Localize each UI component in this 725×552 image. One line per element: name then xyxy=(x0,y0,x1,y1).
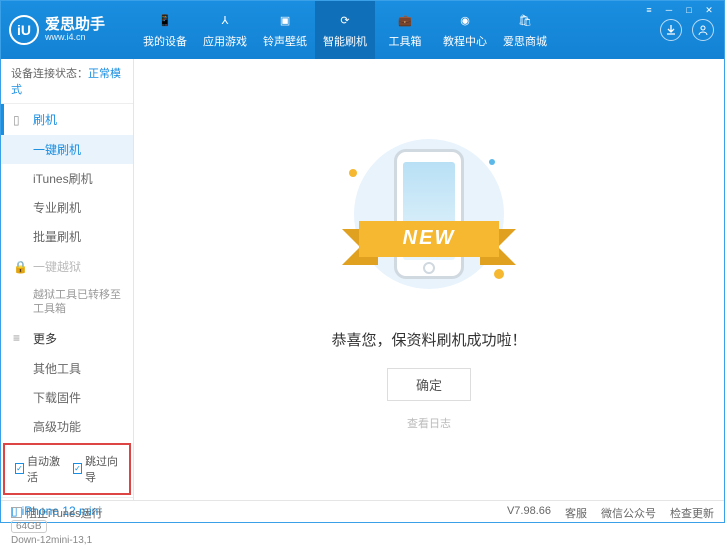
nav-apps-games[interactable]: ⅄应用游戏 xyxy=(195,1,255,59)
app-logo: iU 爱思助手 www.i4.cn xyxy=(9,15,105,45)
sidebar-section-flash[interactable]: ▯刷机 xyxy=(1,104,133,135)
check-update-link[interactable]: 检查更新 xyxy=(670,505,714,521)
more-icon: ≡ xyxy=(13,331,27,345)
sidebar: 设备连接状态：正常模式 ▯刷机 一键刷机 iTunes刷机 专业刷机 批量刷机 … xyxy=(1,59,134,500)
check-icon: ✓ xyxy=(73,463,82,474)
main-content: NEW 恭喜您，保资料刷机成功啦！ 确定 查看日志 xyxy=(134,59,724,500)
sidebar-item-other-tools[interactable]: 其他工具 xyxy=(1,354,133,383)
sidebar-item-advanced[interactable]: 高级功能 xyxy=(1,412,133,441)
app-url: www.i4.cn xyxy=(45,33,105,43)
store-icon: 🛍 xyxy=(516,12,534,30)
sidebar-item-pro-flash[interactable]: 专业刷机 xyxy=(1,193,133,222)
phone-outline-icon: ▯ xyxy=(13,113,27,127)
header-actions xyxy=(660,1,714,59)
nav-store[interactable]: 🛍爱思商城 xyxy=(495,1,555,59)
jailbreak-note: 越狱工具已转移至工具箱 xyxy=(1,282,133,323)
sidebar-item-batch-flash[interactable]: 批量刷机 xyxy=(1,222,133,251)
sidebar-section-jailbreak[interactable]: 🔒一键越狱 xyxy=(1,251,133,282)
nav-tutorials[interactable]: ◉教程中心 xyxy=(435,1,495,59)
sidebar-section-more[interactable]: ≡更多 xyxy=(1,323,133,354)
checkbox-auto-activate[interactable]: ✓自动激活 xyxy=(15,453,61,485)
success-message: 恭喜您，保资料刷机成功啦！ xyxy=(331,329,526,350)
nav-toolbox[interactable]: 💼工具箱 xyxy=(375,1,435,59)
new-ribbon: NEW xyxy=(344,221,514,261)
nav-smart-flash[interactable]: ⟳智能刷机 xyxy=(315,1,375,59)
nav-ringtones[interactable]: ▣铃声壁纸 xyxy=(255,1,315,59)
device-storage: 64GB xyxy=(11,520,47,533)
lock-icon: 🔒 xyxy=(13,260,27,274)
sidebar-item-oneclick-flash[interactable]: 一键刷机 xyxy=(1,135,133,164)
support-link[interactable]: 客服 xyxy=(565,505,587,521)
check-icon: ✓ xyxy=(15,463,24,474)
apps-icon: ⅄ xyxy=(216,12,234,30)
app-header: ≡ ─ □ ✕ iU 爱思助手 www.i4.cn 📱我的设备 ⅄应用游戏 ▣铃… xyxy=(1,1,724,59)
nav-my-device[interactable]: 📱我的设备 xyxy=(135,1,195,59)
connection-status: 设备连接状态：正常模式 xyxy=(1,59,133,104)
sidebar-item-download-firmware[interactable]: 下载固件 xyxy=(1,383,133,412)
user-button[interactable] xyxy=(692,19,714,41)
wallpaper-icon: ▣ xyxy=(276,12,294,30)
app-name: 爱思助手 xyxy=(45,17,105,34)
wechat-link[interactable]: 微信公众号 xyxy=(601,505,656,521)
version-label: V7.98.66 xyxy=(507,505,551,521)
tutorial-icon: ◉ xyxy=(456,12,474,30)
phone-icon: 📱 xyxy=(156,12,174,30)
main-nav: 📱我的设备 ⅄应用游戏 ▣铃声壁纸 ⟳智能刷机 💼工具箱 ◉教程中心 🛍爱思商城 xyxy=(135,1,555,59)
sidebar-item-itunes-flash[interactable]: iTunes刷机 xyxy=(1,164,133,193)
logo-icon: iU xyxy=(9,15,39,45)
toolbox-icon: 💼 xyxy=(396,12,414,30)
checkbox-icon xyxy=(11,507,22,518)
success-illustration: NEW xyxy=(339,129,519,309)
menu-icon[interactable]: ≡ xyxy=(640,3,658,17)
flash-icon: ⟳ xyxy=(336,12,354,30)
flash-options: ✓自动激活 ✓跳过向导 xyxy=(3,443,131,495)
download-button[interactable] xyxy=(660,19,682,41)
block-itunes-option[interactable]: 阻止iTunes运行 xyxy=(11,505,103,521)
ok-button[interactable]: 确定 xyxy=(387,368,471,401)
checkbox-skip-guide[interactable]: ✓跳过向导 xyxy=(73,453,119,485)
device-model: Down-12mini-13,1 xyxy=(11,535,123,546)
view-log-link[interactable]: 查看日志 xyxy=(407,415,451,431)
